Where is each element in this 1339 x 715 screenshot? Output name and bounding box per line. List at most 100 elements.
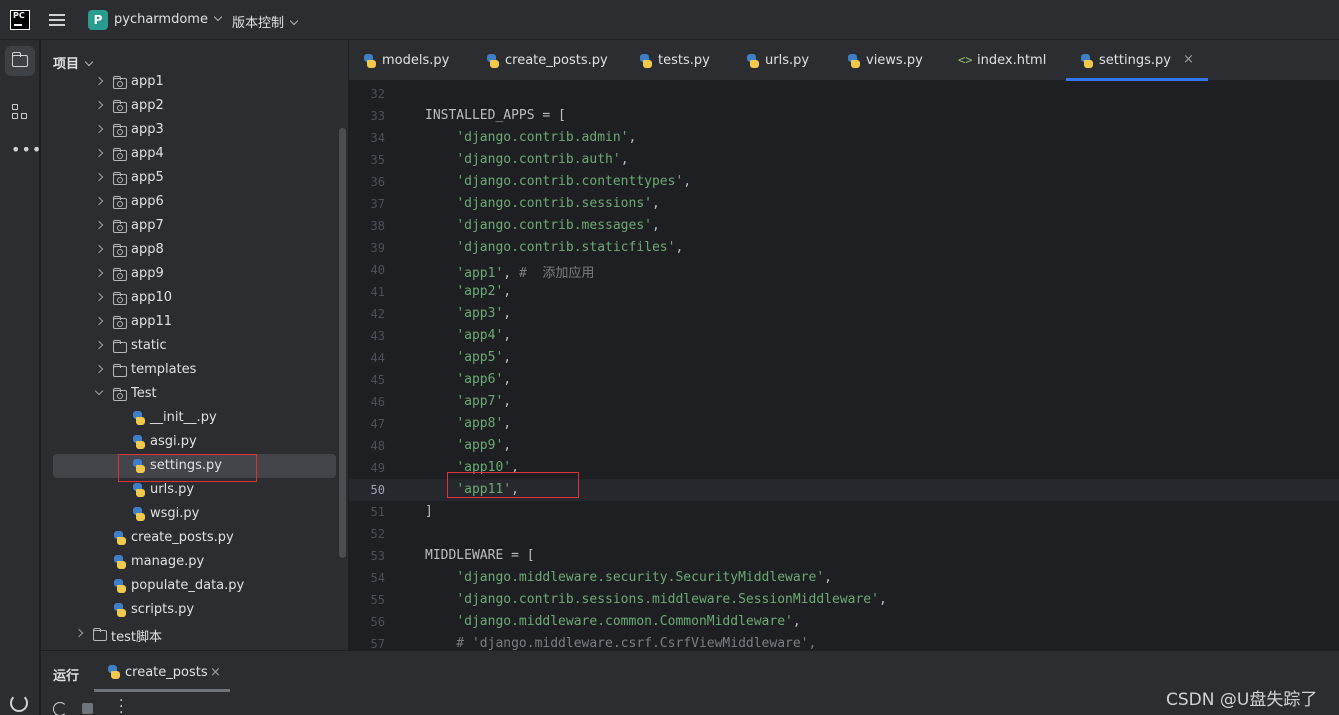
close-icon[interactable]: × <box>210 665 221 680</box>
chevron-right-icon[interactable] <box>94 196 104 206</box>
chevron-right-icon[interactable] <box>94 76 104 86</box>
code-line[interactable]: 37 'django.contrib.sessions', <box>349 193 1339 215</box>
tab-settings-py[interactable]: settings.py × <box>1066 40 1208 81</box>
code-line[interactable]: 51] <box>349 501 1339 523</box>
package-icon <box>112 123 127 137</box>
chevron-right-icon[interactable] <box>94 244 104 254</box>
line-number: 50 <box>370 483 385 497</box>
code-line[interactable]: 46 'app7', <box>349 391 1339 413</box>
chevron-right-icon[interactable] <box>94 172 104 182</box>
chevron-right-icon[interactable] <box>94 292 104 302</box>
main-menu-icon[interactable] <box>49 11 67 29</box>
tree-item-label: static <box>131 338 167 353</box>
tree-item[interactable]: app10 <box>41 286 348 310</box>
tree-item[interactable]: Test <box>41 382 348 406</box>
code-line[interactable]: 33 INSTALLED_APPS = [ <box>349 105 1339 127</box>
chevron-right-icon[interactable] <box>94 100 104 110</box>
code-line[interactable]: 55 'django.contrib.sessions.middleware.S… <box>349 589 1339 611</box>
python-icon <box>132 435 146 449</box>
tree-item-label: app1 <box>131 74 164 89</box>
vcs-menu[interactable]: 版本控制 <box>232 12 299 31</box>
tree-item[interactable]: app7 <box>41 214 348 238</box>
tree-item[interactable]: wsgi.py <box>41 502 348 526</box>
tree-item[interactable]: app9 <box>41 262 348 286</box>
chevron-right-icon[interactable] <box>94 340 104 350</box>
code-line[interactable]: 35 'django.contrib.auth', <box>349 149 1339 171</box>
tree-item[interactable]: app1 <box>41 70 348 94</box>
code-line[interactable]: 41 'app2', <box>349 281 1339 303</box>
tab-index-html[interactable]: <> index.html <box>958 40 1058 81</box>
code-text: 'app9', <box>425 438 511 453</box>
project-scrollbar[interactable] <box>339 128 346 558</box>
chevron-right-icon[interactable] <box>94 220 104 230</box>
code-line[interactable]: 44 'app5', <box>349 347 1339 369</box>
tree-item[interactable]: app11 <box>41 310 348 334</box>
code-line[interactable]: 53 MIDDLEWARE = [ <box>349 545 1339 567</box>
tree-item[interactable]: asgi.py <box>41 430 348 454</box>
python-icon <box>639 54 653 68</box>
code-line[interactable]: 39 'django.contrib.staticfiles', <box>349 237 1339 259</box>
tab-create_posts-py[interactable]: create_posts.py <box>486 40 608 81</box>
code-line[interactable]: 56 'django.middleware.common.CommonMiddl… <box>349 611 1339 633</box>
pycharm-logo-icon[interactable]: PC <box>10 10 30 30</box>
code-line[interactable]: 36 'django.contrib.contenttypes', <box>349 171 1339 193</box>
more-tools-button[interactable]: ••• <box>5 137 41 167</box>
tree-item[interactable]: manage.py <box>41 550 348 574</box>
tree-item[interactable]: populate_data.py <box>41 574 348 598</box>
tab-tests-py[interactable]: tests.py <box>639 40 739 81</box>
tree-item[interactable]: create_posts.py <box>41 526 348 550</box>
tree-item[interactable]: static <box>41 334 348 358</box>
chevron-right-icon[interactable] <box>94 124 104 134</box>
more-vertical-icon[interactable]: · · · <box>119 694 123 715</box>
code-line[interactable]: 34 'django.contrib.admin', <box>349 127 1339 149</box>
code-line[interactable]: 57 # 'django.middleware.csrf.CsrfViewMid… <box>349 633 1339 650</box>
python-icon <box>113 555 127 569</box>
code-line[interactable]: 32 <box>349 83 1339 105</box>
tree-item[interactable]: app2 <box>41 94 348 118</box>
structure-tool-button[interactable] <box>5 97 35 127</box>
code-token: , <box>503 416 512 431</box>
chevron-right-icon[interactable] <box>94 148 104 158</box>
services-icon[interactable] <box>10 694 28 712</box>
chevron-right-icon[interactable] <box>94 268 104 278</box>
tree-item[interactable]: scripts.py <box>41 598 348 622</box>
tree-item[interactable]: __init__.py <box>41 406 348 430</box>
code-line[interactable]: 42 'app3', <box>349 303 1339 325</box>
tree-item[interactable]: app5 <box>41 166 348 190</box>
code-line[interactable]: 38 'django.contrib.messages', <box>349 215 1339 237</box>
tree-item[interactable]: app8 <box>41 238 348 262</box>
tab-views-py[interactable]: views.py <box>847 40 947 81</box>
code-line[interactable]: 48 'app9', <box>349 435 1339 457</box>
rerun-icon[interactable] <box>53 702 67 715</box>
tree-item[interactable]: app3 <box>41 118 348 142</box>
stop-icon[interactable] <box>82 703 93 714</box>
close-icon[interactable]: × <box>1183 52 1194 67</box>
tree-item[interactable]: test脚本 <box>41 622 348 646</box>
chevron-down-icon[interactable] <box>94 386 104 396</box>
project-selector[interactable]: pycharmdome <box>114 12 223 27</box>
chevron-right-icon[interactable] <box>94 364 104 374</box>
chevron-right-icon[interactable] <box>74 628 84 638</box>
tree-item[interactable]: app4 <box>41 142 348 166</box>
code-line[interactable]: 43 'app4', <box>349 325 1339 347</box>
tree-item-label: app11 <box>131 314 173 329</box>
code-line[interactable]: 52 <box>349 523 1339 545</box>
tab-urls-py[interactable]: urls.py <box>746 40 846 81</box>
code-line[interactable]: 45 'app6', <box>349 369 1339 391</box>
code-editor[interactable]: 32 33 INSTALLED_APPS = [34 'django.contrib… <box>349 82 1339 650</box>
code-line[interactable]: 40 'app1', # 添加应用 <box>349 259 1339 281</box>
run-tab-create-posts[interactable]: create_posts × <box>94 651 230 692</box>
project-tool-button[interactable] <box>5 46 35 76</box>
project-badge[interactable]: P <box>88 10 108 30</box>
code-line[interactable]: 47 'app8', <box>349 413 1339 435</box>
package-icon <box>112 75 127 89</box>
tree-item[interactable]: app6 <box>41 190 348 214</box>
structure-icon <box>12 104 28 120</box>
run-panel-title[interactable]: 运行 <box>53 665 79 684</box>
tab-models-py[interactable]: models.py <box>363 40 463 81</box>
chevron-right-icon[interactable] <box>94 316 104 326</box>
tree-item[interactable]: templates <box>41 358 348 382</box>
code-line[interactable]: 54 'django.middleware.security.SecurityM… <box>349 567 1339 589</box>
package-icon <box>112 147 127 161</box>
